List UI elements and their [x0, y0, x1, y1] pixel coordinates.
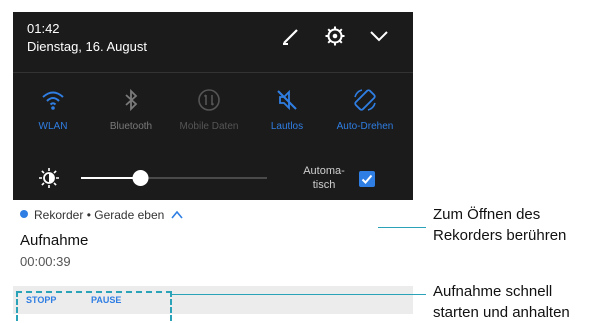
actions-highlight: [16, 291, 172, 321]
tile-label-auto-rotate: Auto-Drehen: [336, 121, 394, 132]
auto-brightness-label: Automa- tisch: [295, 164, 353, 192]
callout-open-line1: Zum Öffnen des: [433, 206, 541, 223]
tile-label-silent: Lautlos: [270, 121, 304, 132]
auto-label-line2: tisch: [312, 179, 336, 191]
auto-brightness-checkbox[interactable]: [359, 171, 375, 187]
brightness-slider[interactable]: [81, 166, 267, 190]
status-date: Dienstag, 16. August: [27, 39, 147, 54]
mobile-data-icon: [198, 89, 220, 111]
edit-icon[interactable]: [279, 24, 303, 48]
header-separator: •: [83, 208, 95, 222]
brightness-thumb: [132, 170, 149, 186]
header-divider: [13, 72, 413, 73]
settings-gear-icon[interactable]: [323, 24, 347, 48]
status-time: 01:42: [27, 21, 60, 36]
bluetooth-icon: [125, 88, 138, 112]
tile-auto-rotate[interactable]: Auto-Drehen: [325, 87, 405, 132]
callout-line-control: [172, 294, 426, 295]
wifi-icon: [42, 91, 64, 110]
tile-label-bluetooth: Bluetooth: [109, 121, 153, 132]
recording-elapsed: 00:00:39: [20, 254, 71, 269]
chevron-up-icon[interactable]: [170, 209, 184, 221]
check-icon: [361, 174, 373, 184]
notification-time: Gerade eben: [94, 208, 165, 222]
tile-bluetooth[interactable]: Bluetooth: [91, 87, 171, 132]
chevron-down-icon[interactable]: [367, 24, 391, 48]
auto-rotate-icon: [354, 89, 376, 111]
callout-control: Aufnahme schnell starten und anhalten: [433, 281, 570, 323]
app-dot-icon: [20, 210, 28, 218]
notification-shade: 01:42 Dienstag, 16. August WLAN Bluetoot…: [13, 12, 413, 200]
tile-silent[interactable]: Lautlos: [247, 87, 327, 132]
silent-icon: [277, 89, 297, 111]
tile-label-mobile-data: Mobile Daten: [179, 121, 239, 132]
tile-mobile-data[interactable]: Mobile Daten: [169, 87, 249, 132]
tile-label-wlan: WLAN: [38, 121, 68, 132]
callout-control-line1: Aufnahme schnell: [433, 283, 553, 300]
callout-open-line2: Rekorders berühren: [433, 227, 567, 244]
brightness-icon: [39, 168, 59, 188]
notification-app: Rekorder: [34, 208, 84, 222]
tile-wlan[interactable]: WLAN: [13, 87, 93, 132]
notification-header: Rekorder • Gerade eben: [20, 208, 184, 222]
callout-line-open: [378, 227, 426, 228]
auto-label-line1: Automa-: [303, 165, 345, 177]
notification-title: Aufnahme: [20, 232, 89, 249]
brightness-row: Automa- tisch: [13, 158, 413, 200]
callout-control-line2: starten und anhalten: [433, 304, 570, 321]
callout-open: Zum Öffnen des Rekorders berühren: [433, 204, 566, 246]
